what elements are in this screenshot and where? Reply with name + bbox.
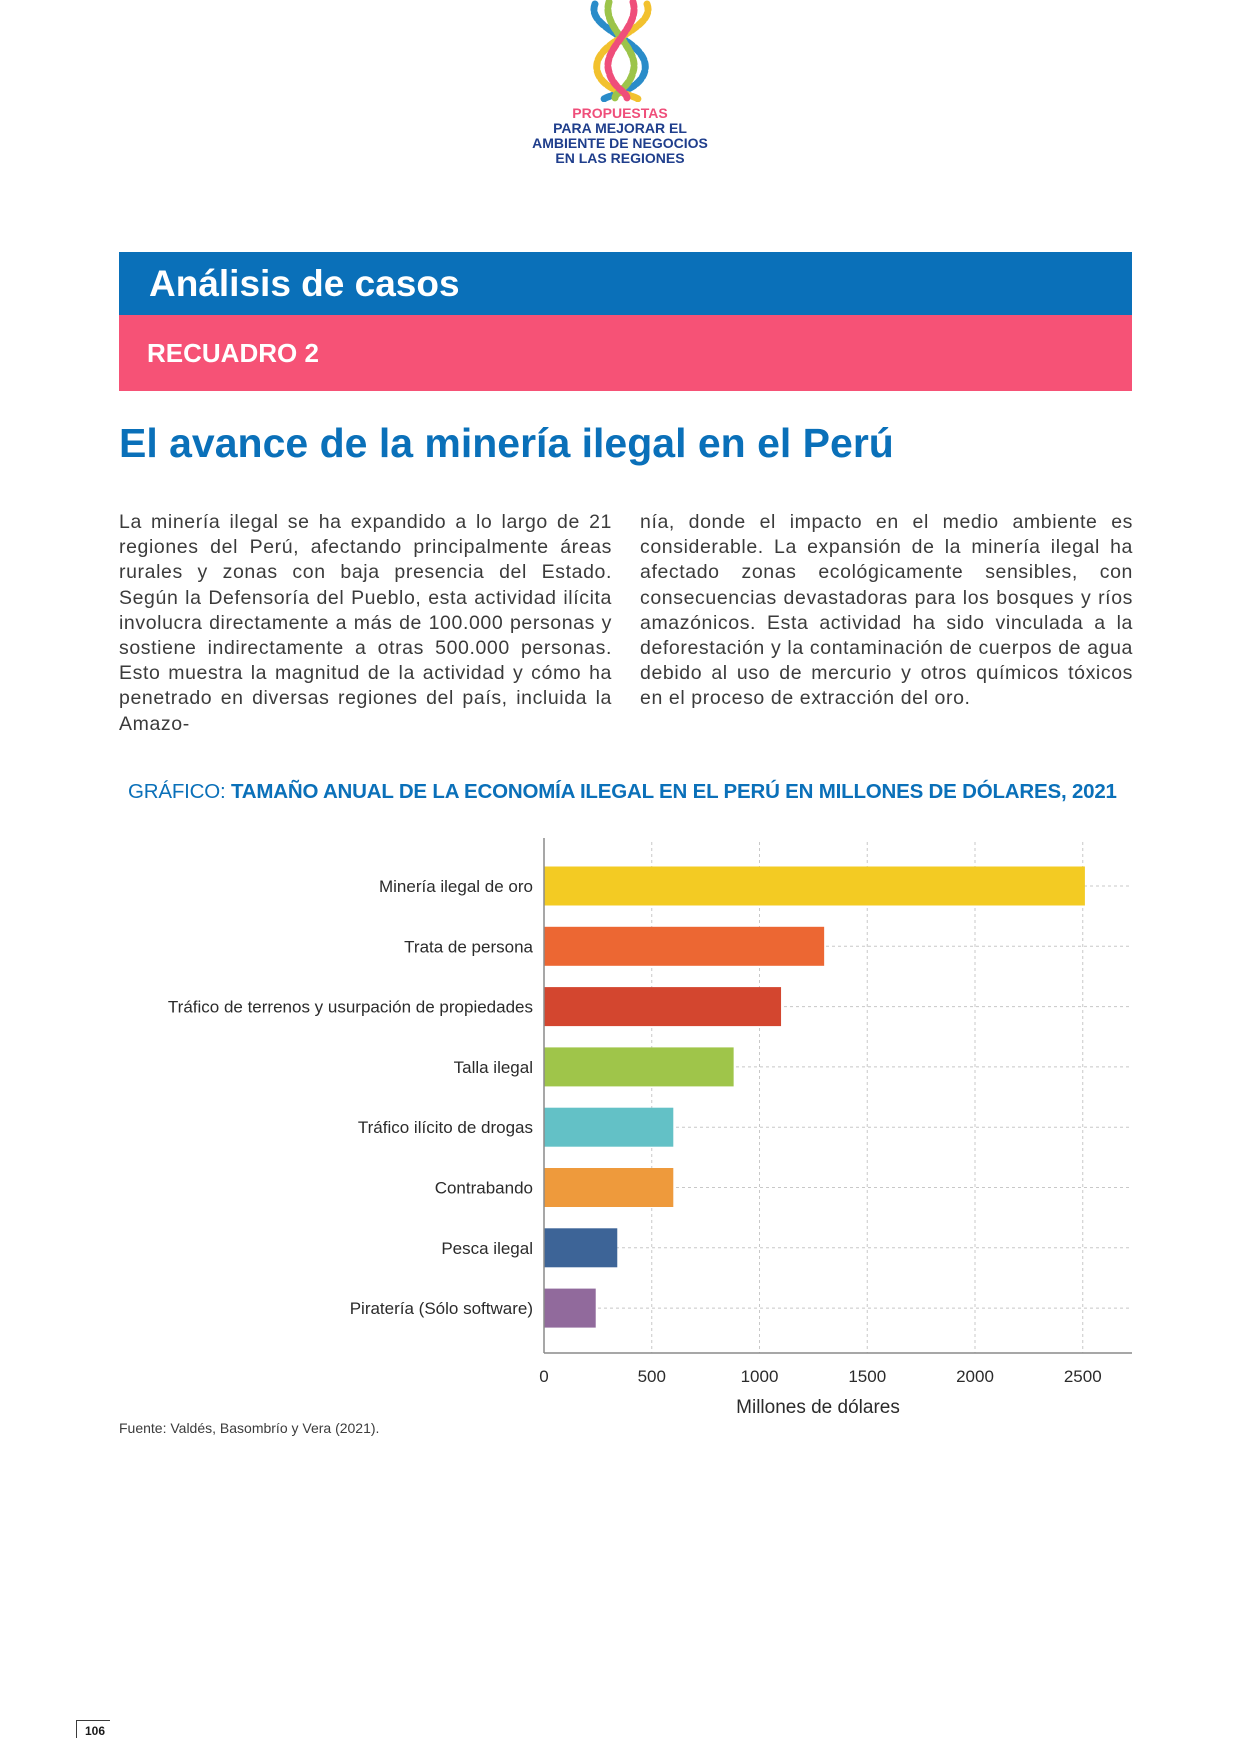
x-axis-title: Millones de dólares [736, 1397, 900, 1418]
logo-line-3: AMBIENTE DE NEGOCIOS [532, 135, 708, 151]
body-column-right: nía, donde el impacto en el medio ambien… [640, 511, 1133, 710]
bar [544, 1168, 674, 1207]
bar [544, 1107, 674, 1147]
logo-line-2: PARA MEJORAR EL [553, 120, 687, 136]
section-banner: Análisis de casos [119, 252, 1132, 315]
section-title: Análisis de casos [149, 263, 460, 304]
bar [544, 1228, 618, 1268]
x-tick-label: 0 [539, 1367, 548, 1386]
body-column-left: La minería ilegal se ha expandido a lo l… [119, 511, 612, 735]
category-label: Talla ilegal [454, 1058, 533, 1077]
box-banner: RECUADRO 2 [119, 315, 1132, 391]
logo-line-4: EN LAS REGIONES [555, 150, 685, 166]
x-tick-label: 1000 [741, 1367, 779, 1386]
x-tick-label: 2000 [956, 1367, 994, 1386]
x-tick-label: 1500 [848, 1367, 886, 1386]
bar [544, 1288, 596, 1328]
box-label: RECUADRO 2 [147, 338, 319, 368]
logo-line-1: PROPUESTAS [572, 105, 668, 121]
logo-caption: PROPUESTAS PARA MEJORAR EL AMBIENTE DE N… [470, 106, 770, 166]
category-label: Minería ilegal de oro [379, 877, 533, 896]
bar [544, 1047, 734, 1087]
bar [544, 987, 782, 1027]
logo-emblem [590, 0, 652, 102]
chart-title: GRÁFICO: TAMAÑO ANUAL DE LA ECONOMÍA ILE… [128, 780, 1117, 804]
chart-source: Fuente: Valdés, Basombrío y Vera (2021). [119, 1420, 380, 1436]
page-number: 106 [76, 1720, 110, 1738]
category-label: Pesca ilegal [441, 1239, 533, 1258]
x-tick-label: 500 [638, 1367, 666, 1386]
bar [544, 926, 825, 966]
x-tick-label: 2500 [1064, 1367, 1102, 1386]
chart-title-prefix: GRÁFICO: [128, 780, 231, 803]
category-label: Piratería (Sólo software) [350, 1299, 533, 1318]
article-title: El avance de la minería ilegal en el Per… [119, 420, 894, 466]
category-label: Tráfico de terrenos y usurpación de prop… [168, 998, 533, 1017]
category-label: Trata de persona [404, 937, 533, 956]
bar [544, 866, 1085, 906]
chart-title-main: TAMAÑO ANUAL DE LA ECONOMÍA ILEGAL EN EL… [230, 780, 1117, 803]
category-label: Contrabando [435, 1179, 533, 1198]
category-label: Tráfico ilícito de drogas [358, 1118, 533, 1137]
bar-chart: Minería ilegal de oro Trata de persona Trá… [168, 838, 1132, 1418]
